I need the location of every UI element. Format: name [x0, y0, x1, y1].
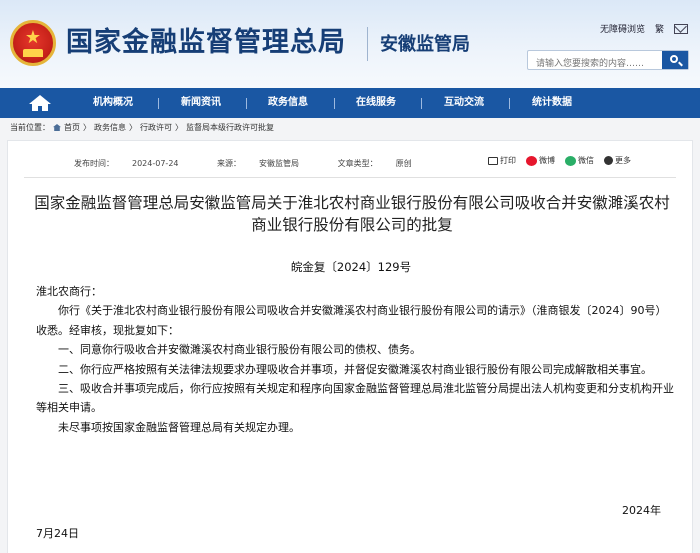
mail-icon[interactable] [674, 23, 688, 34]
print-icon [488, 156, 498, 165]
article-title: 国家金融监督管理总局安徽监管局关于淮北农村商业银行股份有限公司吸收合并安徽濉溪农… [22, 192, 682, 236]
article-panel: 发布时间： 2024-07-24 来源： 安徽监管局 文章类型： 原创 打印 微博 微… [7, 140, 693, 553]
article-title-line: 商业银行股份有限公司的批复 [251, 216, 453, 234]
search-box [527, 50, 689, 73]
body-paragraph: 一、同意你行吸收合并安徽濉溪农村商业银行股份有限公司的债权、债务。 [58, 343, 421, 357]
wechat-icon [565, 155, 576, 166]
breadcrumb: 当前位置： 首页〉政务信息〉行政许可〉监督局本级行政许可批复 [10, 122, 277, 134]
breadcrumb-home[interactable]: 首页 [64, 123, 80, 132]
nav-item-online-service[interactable]: 在线服务 [356, 88, 396, 118]
article-body: 淮北农商行： 你行《关于淮北农村商业银行股份有限公司吸收合并安徽濉溪农村商业银行… [36, 282, 676, 437]
national-emblem-logo: ★ [10, 20, 56, 66]
main-nav: 机构概况 新闻资讯 政务信息 在线服务 互动交流 统计数据 [0, 88, 700, 118]
nav-divider [246, 98, 247, 109]
accessibility-link[interactable]: 无障碍浏览 [600, 22, 645, 35]
breadcrumb-admin-license[interactable]: 行政许可 [140, 123, 172, 132]
publish-date-label: 发布时间： [74, 159, 114, 168]
body-paragraph: 未尽事项按国家金融监督管理总局有关规定办理。 [58, 420, 300, 434]
top-links: 无障碍浏览 繁 [600, 22, 688, 35]
breadcrumb-current[interactable]: 监督局本级行政许可批复 [186, 123, 274, 132]
meta-divider [24, 177, 676, 178]
signature-date: 7月24日 [36, 527, 79, 540]
nav-item-news[interactable]: 新闻资讯 [181, 88, 221, 118]
brand-divider [367, 27, 368, 61]
article-meta: 发布时间： 2024-07-24 来源： 安徽监管局 文章类型： 原创 [74, 158, 448, 169]
article-title-line: 国家金融监督管理总局安徽监管局关于淮北农村商业银行股份有限公司吸收合并安徽濉溪农… [34, 194, 670, 212]
breadcrumb-label: 当前位置： [10, 123, 50, 132]
bureau-name[interactable]: 安徽监管局 [380, 34, 470, 56]
breadcrumb-sep: 〉 [175, 123, 183, 132]
source-label: 来源： [217, 159, 242, 168]
search-button[interactable] [662, 51, 688, 69]
print-button[interactable]: 打印 [488, 155, 516, 166]
nav-divider [509, 98, 510, 109]
breadcrumb-sep: 〉 [129, 123, 137, 132]
nav-divider [158, 98, 159, 109]
breadcrumb-government-info[interactable]: 政务信息 [94, 123, 126, 132]
breadcrumb-home-icon [53, 124, 61, 131]
weibo-label: 微博 [539, 156, 555, 165]
nav-divider [421, 98, 422, 109]
article-type-label: 文章类型： [337, 159, 378, 168]
breadcrumb-sep: 〉 [83, 123, 91, 132]
site-header: ★ 国家金融监督管理总局 安徽监管局 无障碍浏览 繁 [0, 0, 700, 88]
source-value: 安徽监管局 [259, 159, 300, 168]
nav-divider [334, 98, 335, 109]
home-icon[interactable] [28, 94, 52, 112]
search-icon [670, 55, 678, 63]
publish-date: 2024-07-24 [132, 159, 179, 168]
site-brand-title[interactable]: 国家金融监督管理总局 [66, 26, 346, 60]
wechat-share-button[interactable]: 微信 [565, 155, 594, 166]
body-paragraph: 二、你行应严格按照有关法律法规要求办理吸收合并事项，并督促安徽濉溪农村商业银行股… [58, 362, 652, 376]
document-number: 皖金复〔2024〕129号 [290, 260, 412, 274]
nav-item-interaction[interactable]: 互动交流 [444, 88, 484, 118]
article-type-value: 原创 [395, 159, 412, 168]
print-label: 打印 [500, 156, 516, 165]
signature-year: 2024年 [622, 504, 661, 517]
more-label: 更多 [615, 156, 631, 165]
more-share-button[interactable]: 更多 [604, 155, 631, 166]
nav-item-government-info[interactable]: 政务信息 [268, 88, 308, 118]
search-input[interactable] [528, 55, 658, 73]
intro-paragraph: 你行《关于淮北农村商业银行股份有限公司吸收合并安徽濉溪农村商业银行股份有限公司的… [36, 304, 667, 337]
weibo-icon [526, 155, 537, 166]
body-paragraph: 三、吸收合并事项完成后，你行应按照有关规定和程序向国家金融监督管理总局淮北监管分… [36, 382, 674, 415]
share-bar: 打印 微博 微信 更多 [488, 155, 631, 166]
wechat-label: 微信 [578, 156, 594, 165]
weibo-share-button[interactable]: 微博 [526, 155, 555, 166]
more-icon [604, 156, 613, 165]
nav-item-organization[interactable]: 机构概况 [93, 88, 133, 118]
nav-item-statistics[interactable]: 统计数据 [532, 88, 572, 118]
traditional-chinese-link[interactable]: 繁 [655, 22, 664, 35]
salutation: 淮北农商行： [36, 285, 102, 298]
